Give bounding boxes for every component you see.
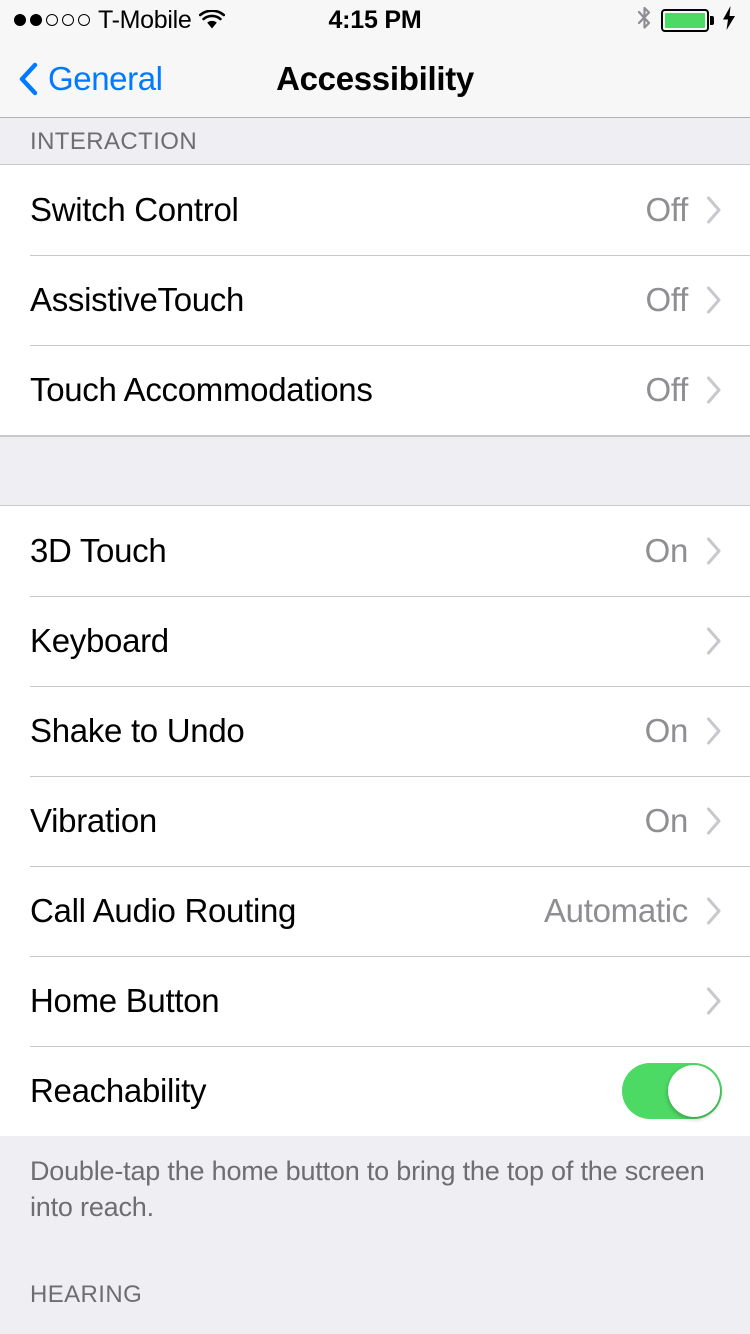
settings-group-physical-motor: 3D Touch On Keyboard Shake to Undo On Vi… <box>0 506 750 1136</box>
row-label: Keyboard <box>30 622 169 659</box>
row-label: Reachability <box>30 1072 207 1109</box>
iphone-screen: T-Mobile 4:15 PM General Accessibility I… <box>0 0 750 1334</box>
signal-dot-2 <box>30 14 42 26</box>
row-vibration[interactable]: Vibration On <box>0 776 750 866</box>
row-label: Home Button <box>30 982 220 1019</box>
row-touch-accommodations[interactable]: Touch Accommodations Off <box>0 345 750 435</box>
section-header-interaction: INTERACTION <box>0 118 750 165</box>
row-label: Touch Accommodations <box>30 371 373 408</box>
row-label: AssistiveTouch <box>30 281 245 318</box>
row-keyboard[interactable]: Keyboard <box>0 596 750 686</box>
row-value: Off <box>645 371 688 408</box>
row-switch-control[interactable]: Switch Control Off <box>0 165 750 255</box>
chevron-right-icon <box>706 376 722 404</box>
settings-group-interaction: Switch Control Off AssistiveTouch Off To… <box>0 165 750 436</box>
row-call-audio-routing[interactable]: Call Audio Routing Automatic <box>0 866 750 956</box>
wifi-icon <box>199 9 226 30</box>
section-header-hearing: HEARING <box>0 1281 750 1320</box>
status-bar-right <box>636 5 736 36</box>
section-spacer <box>0 436 750 506</box>
footer-spacer <box>0 1225 750 1282</box>
row-label: 3D Touch <box>30 532 167 569</box>
signal-dot-5 <box>78 14 90 26</box>
navigation-bar: General Accessibility <box>0 40 750 118</box>
carrier-label: T-Mobile <box>98 5 192 34</box>
row-value: Automatic <box>543 892 688 929</box>
row-shake-to-undo[interactable]: Shake to Undo On <box>0 686 750 776</box>
row-label: Call Audio Routing <box>30 892 297 929</box>
signal-strength-dots <box>14 14 90 26</box>
signal-dot-4 <box>62 14 74 26</box>
row-label: Shake to Undo <box>30 712 245 749</box>
chevron-left-icon <box>18 62 38 96</box>
row-value: On <box>644 712 689 749</box>
back-button[interactable]: General <box>0 60 163 98</box>
reachability-toggle[interactable] <box>622 1063 722 1119</box>
row-label: Switch Control <box>30 191 239 228</box>
row-3d-touch[interactable]: 3D Touch On <box>0 506 750 596</box>
status-bar-left: T-Mobile <box>14 5 226 35</box>
back-button-label: General <box>48 59 163 97</box>
row-value: Off <box>645 281 688 318</box>
signal-dot-1 <box>14 14 26 26</box>
row-assistivetouch[interactable]: AssistiveTouch Off <box>0 255 750 345</box>
chevron-right-icon <box>706 627 722 655</box>
toggle-knob <box>668 1065 720 1117</box>
section-footer-reachability: Double-tap the home button to bring the … <box>0 1136 750 1226</box>
battery-icon <box>661 8 714 32</box>
chevron-right-icon <box>706 286 722 314</box>
chevron-right-icon <box>706 987 722 1015</box>
chevron-right-icon <box>706 196 722 224</box>
row-label: Vibration <box>30 802 157 839</box>
bluetooth-icon <box>636 5 653 36</box>
lightning-bolt-icon <box>722 5 736 35</box>
row-value: Off <box>645 191 688 228</box>
row-home-button[interactable]: Home Button <box>0 956 750 1046</box>
row-reachability[interactable]: Reachability <box>0 1046 750 1136</box>
settings-list: INTERACTION Switch Control Off Assistive… <box>0 118 750 1320</box>
chevron-right-icon <box>706 537 722 565</box>
status-bar: T-Mobile 4:15 PM <box>0 0 750 40</box>
chevron-right-icon <box>706 717 722 745</box>
signal-dot-3 <box>46 14 58 26</box>
row-value: On <box>644 532 689 569</box>
chevron-right-icon <box>706 807 722 835</box>
chevron-right-icon <box>706 897 722 925</box>
row-value: On <box>644 802 689 839</box>
